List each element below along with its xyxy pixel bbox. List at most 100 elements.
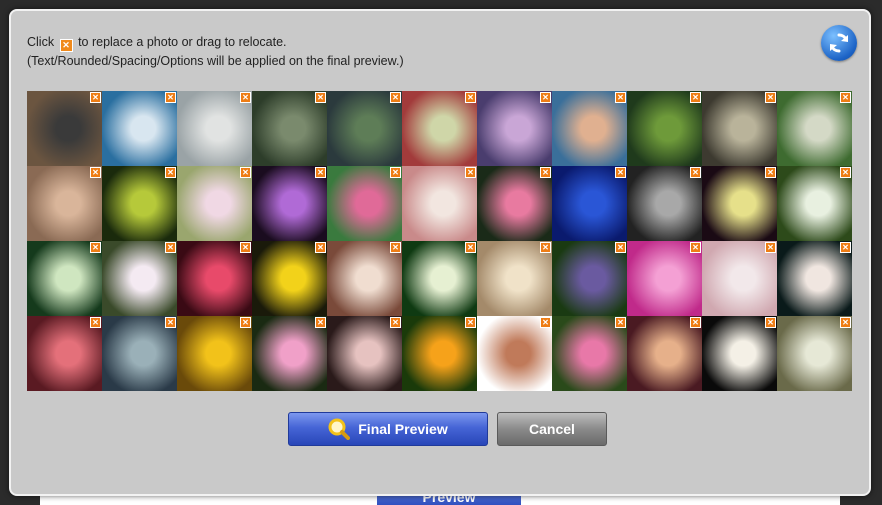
photo-tile[interactable]: ✕	[477, 241, 552, 316]
photo-arrange-dialog: Click ✕ to replace a photo or drag to re…	[9, 9, 871, 496]
photo-tile[interactable]: ✕	[552, 316, 627, 391]
replace-photo-button[interactable]: ✕	[390, 92, 401, 103]
replace-photo-button[interactable]: ✕	[765, 167, 776, 178]
photo-tile[interactable]: ✕	[327, 166, 402, 241]
cancel-label: Cancel	[529, 421, 575, 437]
replace-photo-button[interactable]: ✕	[540, 242, 551, 253]
photo-tile[interactable]: ✕	[702, 166, 777, 241]
instruction-line-1: Click ✕ to replace a photo or drag to re…	[27, 35, 287, 52]
replace-photo-button[interactable]: ✕	[90, 317, 101, 328]
photo-tile[interactable]: ✕	[252, 91, 327, 166]
photo-tile[interactable]: ✕	[702, 316, 777, 391]
photo-tile[interactable]: ✕	[102, 241, 177, 316]
replace-photo-button[interactable]: ✕	[840, 92, 851, 103]
replace-photo-button[interactable]: ✕	[615, 92, 626, 103]
photo-tile[interactable]: ✕	[702, 91, 777, 166]
photo-tile[interactable]: ✕	[177, 166, 252, 241]
photo-tile[interactable]: ✕	[552, 241, 627, 316]
photo-tile[interactable]: ✕	[402, 316, 477, 391]
replace-photo-button[interactable]: ✕	[90, 242, 101, 253]
cancel-button[interactable]: Cancel	[497, 412, 607, 446]
photo-tile[interactable]: ✕	[477, 166, 552, 241]
photo-tile[interactable]: ✕	[402, 166, 477, 241]
photo-tile[interactable]: ✕	[252, 166, 327, 241]
instruction-line-2: (Text/Rounded/Spacing/Options will be ap…	[27, 54, 404, 68]
refresh-button[interactable]	[821, 25, 857, 61]
replace-photo-button[interactable]: ✕	[315, 92, 326, 103]
photo-tile[interactable]: ✕	[252, 241, 327, 316]
replace-photo-button[interactable]: ✕	[240, 92, 251, 103]
replace-photo-button[interactable]: ✕	[765, 92, 776, 103]
photo-tile[interactable]: ✕	[27, 91, 102, 166]
replace-photo-button[interactable]: ✕	[165, 317, 176, 328]
photo-tile[interactable]: ✕	[552, 91, 627, 166]
photo-tile[interactable]: ✕	[477, 91, 552, 166]
photo-tile[interactable]: ✕	[702, 241, 777, 316]
photo-grid: ✕ ✕ ✕ ✕ ✕ ✕ ✕ ✕ ✕ ✕ ✕ ✕ ✕ ✕ ✕ ✕ ✕ ✕ ✕ ✕ ✕ ✕ ✕ ✕ ✕ ✕ ✕ ✕ ✕ ✕ ✕ ✕ ✕ ✕ ✕ ✕ ✕ ✕ ✕ ✕…	[27, 91, 852, 391]
replace-photo-button[interactable]: ✕	[615, 167, 626, 178]
instructions: Click ✕ to replace a photo or drag to re…	[27, 33, 404, 71]
final-preview-button[interactable]: Final Preview	[288, 412, 488, 446]
photo-tile[interactable]: ✕	[177, 91, 252, 166]
replace-photo-button[interactable]: ✕	[315, 167, 326, 178]
replace-photo-button[interactable]: ✕	[690, 317, 701, 328]
replace-photo-button[interactable]: ✕	[465, 242, 476, 253]
photo-tile[interactable]: ✕	[177, 316, 252, 391]
photo-tile[interactable]: ✕	[552, 166, 627, 241]
photo-tile[interactable]: ✕	[777, 166, 852, 241]
photo-tile[interactable]: ✕	[27, 166, 102, 241]
replace-photo-button[interactable]: ✕	[615, 242, 626, 253]
replace-photo-button[interactable]: ✕	[240, 167, 251, 178]
photo-tile[interactable]: ✕	[777, 316, 852, 391]
replace-photo-button[interactable]: ✕	[465, 92, 476, 103]
replace-photo-button[interactable]: ✕	[90, 92, 101, 103]
replace-photo-button[interactable]: ✕	[315, 317, 326, 328]
replace-photo-button[interactable]: ✕	[690, 92, 701, 103]
photo-tile[interactable]: ✕	[252, 316, 327, 391]
replace-photo-button[interactable]: ✕	[165, 92, 176, 103]
photo-tile[interactable]: ✕	[627, 91, 702, 166]
photo-tile[interactable]: ✕	[477, 316, 552, 391]
replace-photo-button[interactable]: ✕	[690, 167, 701, 178]
replace-photo-button[interactable]: ✕	[240, 317, 251, 328]
replace-photo-button[interactable]: ✕	[465, 317, 476, 328]
photo-tile[interactable]: ✕	[402, 241, 477, 316]
replace-photo-button[interactable]: ✕	[390, 317, 401, 328]
replace-photo-button[interactable]: ✕	[840, 242, 851, 253]
replace-x-icon: ✕	[59, 39, 73, 52]
replace-photo-button[interactable]: ✕	[465, 167, 476, 178]
photo-tile[interactable]: ✕	[402, 91, 477, 166]
photo-tile[interactable]: ✕	[102, 91, 177, 166]
photo-tile[interactable]: ✕	[627, 316, 702, 391]
photo-tile[interactable]: ✕	[777, 91, 852, 166]
photo-tile[interactable]: ✕	[177, 241, 252, 316]
replace-photo-button[interactable]: ✕	[390, 167, 401, 178]
replace-photo-button[interactable]: ✕	[240, 242, 251, 253]
final-preview-label: Final Preview	[358, 421, 448, 437]
photo-tile[interactable]: ✕	[327, 241, 402, 316]
photo-tile[interactable]: ✕	[27, 241, 102, 316]
replace-photo-button[interactable]: ✕	[615, 317, 626, 328]
photo-tile[interactable]: ✕	[627, 241, 702, 316]
replace-photo-button[interactable]: ✕	[840, 167, 851, 178]
photo-tile[interactable]: ✕	[27, 316, 102, 391]
photo-tile[interactable]: ✕	[627, 166, 702, 241]
magnifier-icon	[328, 418, 351, 440]
replace-photo-button[interactable]: ✕	[390, 242, 401, 253]
replace-photo-button[interactable]: ✕	[540, 167, 551, 178]
replace-photo-button[interactable]: ✕	[315, 242, 326, 253]
photo-tile[interactable]: ✕	[102, 166, 177, 241]
photo-tile[interactable]: ✕	[327, 91, 402, 166]
replace-photo-button[interactable]: ✕	[765, 317, 776, 328]
replace-photo-button[interactable]: ✕	[165, 167, 176, 178]
photo-tile[interactable]: ✕	[102, 316, 177, 391]
replace-photo-button[interactable]: ✕	[540, 92, 551, 103]
photo-tile[interactable]: ✕	[777, 241, 852, 316]
replace-photo-button[interactable]: ✕	[765, 242, 776, 253]
replace-photo-button[interactable]: ✕	[165, 242, 176, 253]
photo-tile[interactable]: ✕	[327, 316, 402, 391]
replace-photo-button[interactable]: ✕	[540, 317, 551, 328]
replace-photo-button[interactable]: ✕	[690, 242, 701, 253]
replace-photo-button[interactable]: ✕	[840, 317, 851, 328]
replace-photo-button[interactable]: ✕	[90, 167, 101, 178]
